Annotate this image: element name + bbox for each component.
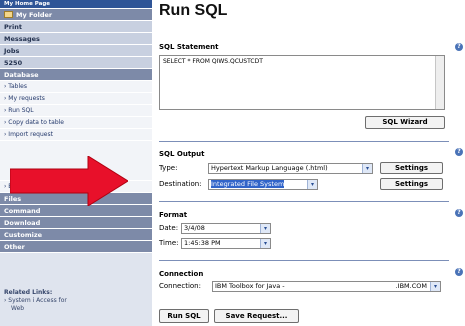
run-sql-button[interactable]: Run SQL — [159, 309, 209, 323]
textarea-scrollbar[interactable] — [435, 56, 444, 109]
page-title: Run SQL — [159, 2, 228, 19]
divider — [159, 201, 449, 202]
sql-wizard-button[interactable]: SQL Wizard — [365, 116, 445, 129]
sql-statement-textarea[interactable]: SELECT * FROM QIWS.QCUSTCDT — [159, 55, 445, 110]
type-select-value: Hypertext Markup Language (.html) — [211, 164, 328, 172]
date-select[interactable]: 3/4/08 ▾ — [181, 223, 271, 234]
nav-5250[interactable]: 5250 — [0, 57, 152, 69]
time-select-value: 1:45:38 PM — [184, 239, 221, 247]
nav-print[interactable]: Print — [0, 21, 152, 33]
chevron-down-icon: ▾ — [260, 239, 270, 248]
destination-settings-button[interactable]: Settings — [380, 178, 443, 190]
nav-tables[interactable]: › Tables — [0, 81, 152, 93]
connection-label: Connection: — [159, 282, 201, 290]
sql-output-title: SQL Output — [159, 150, 205, 158]
related-links-title: Related Links: — [4, 289, 53, 296]
connection-title: Connection — [159, 270, 204, 278]
destination-label: Destination: — [159, 180, 202, 188]
nav-my-folder[interactable]: My Folder — [0, 9, 152, 21]
save-request-button[interactable]: Save Request... — [214, 309, 299, 323]
nav-my-home-page[interactable]: My Home Page — [0, 0, 152, 9]
help-icon[interactable]: ? — [455, 148, 463, 156]
destination-select[interactable]: Integrated File System ▾ — [208, 179, 318, 190]
help-icon[interactable]: ? — [455, 209, 463, 217]
related-link-access-cont[interactable]: Web — [4, 305, 149, 313]
help-icon[interactable]: ? — [455, 268, 463, 276]
divider — [159, 141, 449, 142]
sql-statement-title: SQL Statement — [159, 43, 219, 51]
time-select[interactable]: 1:45:38 PM ▾ — [181, 238, 271, 249]
nav-my-requests[interactable]: › My requests — [0, 93, 152, 105]
type-label: Type: — [159, 164, 178, 172]
type-settings-button[interactable]: Settings — [380, 162, 443, 174]
date-select-value: 3/4/08 — [184, 224, 205, 232]
nav-customize[interactable]: Customize — [0, 229, 152, 241]
date-label: Date: — [159, 224, 179, 232]
nav-messages[interactable]: Messages — [0, 33, 152, 45]
nav-copy-data-to-table[interactable]: › Copy data to table — [0, 117, 152, 129]
time-label: Time: — [159, 239, 179, 247]
nav-import-request[interactable]: › Import request — [0, 129, 152, 141]
connection-select-value: IBM Toolbox for Java - — [215, 282, 285, 290]
nav-run-sql[interactable]: › Run SQL — [0, 105, 152, 117]
nav-command[interactable]: Command — [0, 205, 152, 217]
nav-download[interactable]: Download — [0, 217, 152, 229]
red-arrow-icon — [10, 156, 128, 206]
type-select[interactable]: Hypertext Markup Language (.html) ▾ — [208, 163, 373, 174]
sql-statement-text: SELECT * FROM QIWS.QCUSTCDT — [163, 58, 263, 65]
related-links: Related Links: › System i Access for Web — [4, 289, 149, 313]
nav-database[interactable]: Database — [0, 69, 152, 81]
chevron-down-icon: ▾ — [362, 164, 372, 173]
help-icon[interactable]: ? — [455, 43, 463, 51]
connection-select-host: .IBM.COM — [395, 282, 427, 290]
nav-jobs[interactable]: Jobs — [0, 45, 152, 57]
related-link-access[interactable]: › System i Access for — [4, 297, 149, 305]
chevron-down-icon: ▾ — [430, 282, 440, 291]
format-title: Format — [159, 211, 188, 219]
nav-other[interactable]: Other — [0, 241, 152, 253]
chevron-down-icon: ▾ — [260, 224, 270, 233]
destination-select-value: Integrated File System — [211, 180, 285, 188]
divider — [159, 260, 449, 261]
nav-my-folder-label: My Folder — [16, 11, 53, 19]
folder-icon — [4, 11, 13, 18]
connection-select[interactable]: IBM Toolbox for Java - .IBM.COM ▾ — [212, 281, 441, 292]
chevron-down-icon: ▾ — [307, 180, 317, 189]
